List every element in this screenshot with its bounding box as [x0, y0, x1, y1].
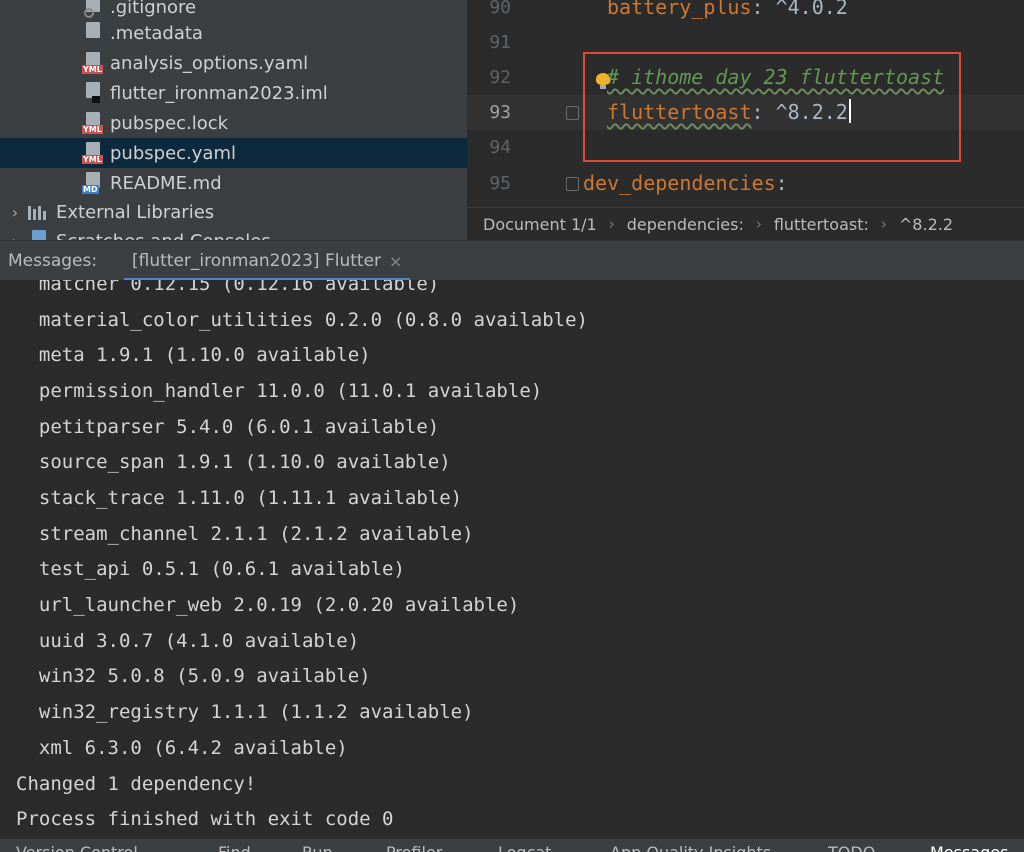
markdown-file-icon: MD	[82, 172, 104, 194]
tab-flutter-messages[interactable]: [flutter_ironman2023] Flutter ×	[124, 241, 411, 281]
breadcrumb-item[interactable]: ^8.2.2	[899, 215, 953, 234]
breadcrumb-item[interactable]: fluttertoast:	[774, 215, 869, 234]
gitignore-file-icon	[82, 0, 104, 18]
fold-icon[interactable]	[566, 177, 579, 191]
console-line: material_color_utilities 0.2.0 (0.8.0 av…	[16, 309, 588, 331]
tool-logcat[interactable]: Logcat	[498, 843, 551, 852]
chevron-right-icon[interactable]: ›	[8, 232, 22, 241]
tree-item-label: .metadata	[110, 22, 203, 44]
console-line: meta 1.9.1 (1.10.0 available)	[16, 344, 371, 366]
console-line: Process finished with exit code 0	[16, 808, 394, 830]
highlight-annotation-box	[583, 52, 961, 162]
console-line: url_launcher_web 2.0.19 (2.0.20 availabl…	[16, 594, 520, 616]
line-number: 93	[489, 102, 511, 123]
console-line: stream_channel 2.1.1 (2.1.2 available)	[16, 523, 474, 545]
file-icon	[82, 22, 104, 44]
chevron-right-icon: ›	[755, 215, 762, 233]
code-editor[interactable]: 90 battery_plus: ^4.0.2 91 92 # ithome d…	[467, 0, 1024, 207]
console-line: permission_handler 11.0.0 (11.0.1 availa…	[16, 380, 543, 402]
tool-profiler[interactable]: Profiler	[386, 843, 442, 852]
console-line: xml 6.3.0 (6.4.2 available)	[16, 737, 348, 759]
console-line: win32 5.0.8 (5.0.9 available)	[16, 665, 371, 687]
library-icon	[28, 201, 50, 223]
tree-item-label: External Libraries	[56, 201, 215, 223]
yaml-key: battery_plus	[607, 0, 752, 19]
tree-item-label: README.md	[110, 172, 222, 194]
tree-item-metadata[interactable]: .metadata	[0, 18, 467, 48]
tree-item-iml[interactable]: flutter_ironman2023.iml	[0, 78, 467, 108]
fold-end-icon[interactable]	[566, 106, 579, 120]
tree-item-analysis-options[interactable]: YML analysis_options.yaml	[0, 48, 467, 78]
tree-item-pubspec-yaml[interactable]: YML pubspec.yaml	[0, 138, 467, 168]
tree-item-label: .gitignore	[110, 0, 197, 18]
tree-item-readme[interactable]: MD README.md	[0, 168, 467, 198]
project-tree-panel: .gitignore .metadata YML analysis_option…	[0, 0, 467, 240]
line-number: 91	[489, 32, 511, 53]
breadcrumb: Document 1/1 › dependencies: › flutterto…	[467, 207, 1024, 240]
tree-item-label: pubspec.yaml	[110, 142, 236, 164]
tool-run[interactable]: Run	[302, 843, 333, 852]
tree-item-pubspec-lock[interactable]: YML pubspec.lock	[0, 108, 467, 138]
yaml-file-icon: YML	[82, 52, 104, 74]
chevron-right-icon: ›	[608, 215, 615, 233]
tool-todo[interactable]: TODO	[828, 843, 875, 852]
tool-window-strip: Version Control Find Run Profiler Logcat…	[0, 838, 1024, 852]
tool-app-quality-insights[interactable]: App Quality Insights	[610, 843, 771, 852]
console-line: source_span 1.9.1 (1.10.0 available)	[16, 451, 451, 473]
tool-find[interactable]: Find	[218, 843, 251, 852]
console-line: Changed 1 dependency!	[16, 773, 257, 795]
line-number: 92	[489, 67, 511, 88]
tool-version-control[interactable]: Version Control	[16, 843, 138, 852]
console-line: uuid 3.0.7 (4.1.0 available)	[16, 630, 360, 652]
console-line: petitparser 5.4.0 (6.0.1 available)	[16, 416, 440, 438]
console-line: stack_trace 1.11.0 (1.11.1 available)	[16, 487, 463, 509]
line-number: 94	[489, 137, 511, 158]
chevron-right-icon[interactable]: ›	[8, 203, 22, 222]
console-line: win32_registry 1.1.1 (1.1.2 available)	[16, 701, 474, 723]
breadcrumb-item[interactable]: dependencies:	[627, 215, 744, 234]
line-number: 95	[489, 173, 511, 194]
tree-item-label: analysis_options.yaml	[110, 52, 309, 74]
messages-label: Messages:	[8, 251, 98, 271]
tab-label: [flutter_ironman2023] Flutter	[132, 251, 382, 271]
breadcrumb-item[interactable]: Document 1/1	[483, 215, 597, 234]
console-line: test_api 0.5.1 (0.6.1 available)	[16, 558, 405, 580]
code-line: 95 dev_dependencies:	[467, 166, 1024, 201]
tree-item-label: Scratches and Consoles	[56, 231, 271, 241]
tool-messages[interactable]: Messages	[930, 843, 1008, 852]
yaml-file-icon: YML	[82, 142, 104, 164]
console-output[interactable]: matcher 0.12.15 (0.12.16 available) mate…	[0, 280, 1024, 838]
tree-item-label: pubspec.lock	[110, 112, 229, 134]
line-number: 90	[489, 0, 511, 18]
messages-toolbar: Messages: [flutter_ironman2023] Flutter …	[0, 240, 1024, 281]
tree-item-label: flutter_ironman2023.iml	[110, 82, 328, 104]
code-line: 90 battery_plus: ^4.0.2	[467, 0, 1024, 25]
close-icon[interactable]: ×	[389, 252, 402, 271]
yaml-file-icon: YML	[82, 112, 104, 134]
yaml-key: dev_dependencies	[583, 171, 776, 195]
tree-item-external-libraries[interactable]: › External Libraries	[0, 197, 467, 227]
iml-file-icon	[82, 82, 104, 104]
scratches-icon	[28, 230, 50, 240]
chevron-right-icon: ›	[880, 215, 887, 233]
yaml-value: ^4.0.2	[763, 0, 848, 19]
tree-item-scratches[interactable]: › Scratches and Consoles	[0, 226, 467, 240]
console-line: matcher 0.12.15 (0.12.16 available)	[16, 280, 440, 295]
